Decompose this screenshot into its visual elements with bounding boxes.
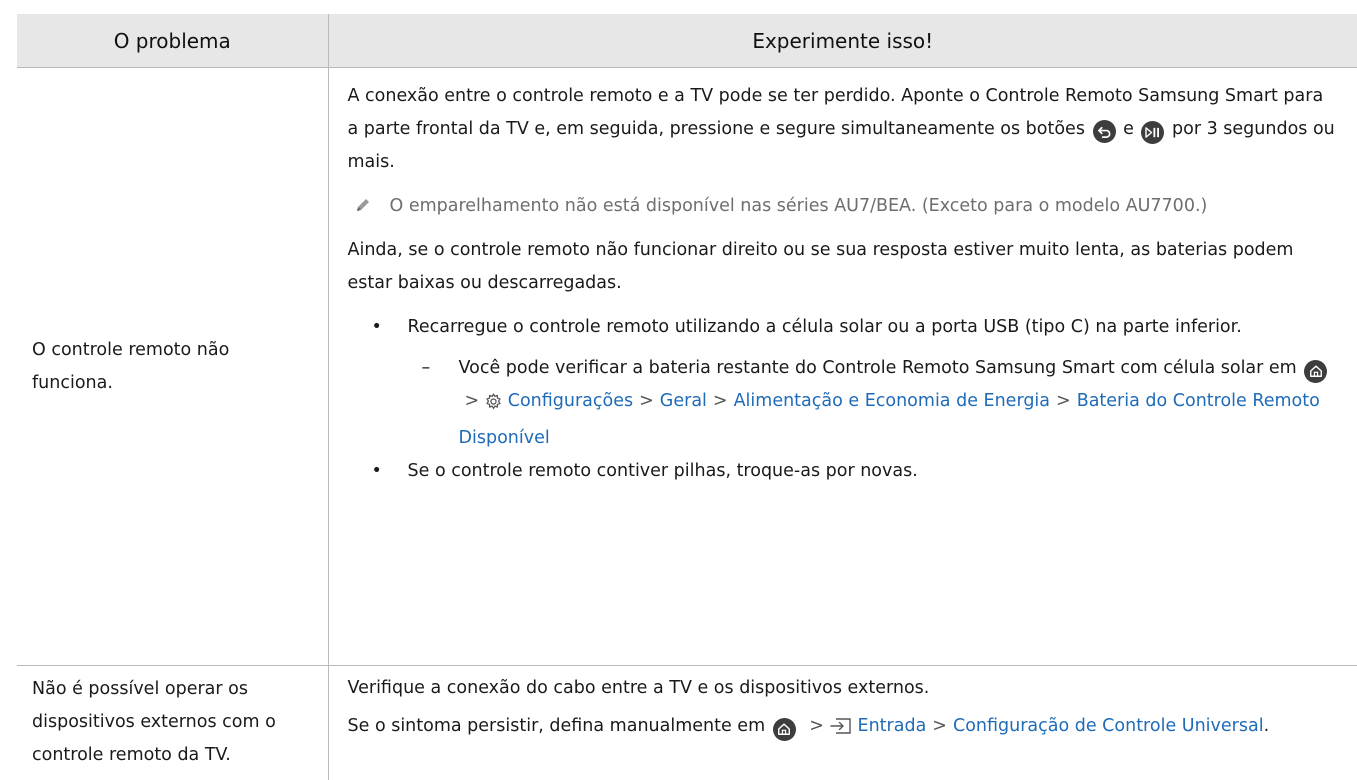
input-menu-path[interactable]: Entrada [858,716,927,736]
troubleshooting-table: O problema Experimente isso! O controle … [17,14,1357,780]
path-separator: > [464,391,480,411]
table-row: O controle remoto não funciona. A conexã… [17,67,1357,666]
gear-icon [485,389,502,422]
bullet-marker: • [371,317,382,337]
solution-paragraph: Ainda, se o controle remoto não funciona… [347,240,1294,293]
sub-list-item-text: Você pode verificar a bateria restante d… [459,352,1338,455]
list-item-text: Recarregue o controle remoto utilizando … [407,317,1242,337]
column-header-solution: Experimente isso! [327,14,1357,68]
back-button-icon [1092,120,1116,143]
path-separator: > [639,391,654,411]
general-menu-path[interactable]: Geral [660,391,707,411]
table-row: Não é possível operar os dispositivos ex… [17,665,1357,780]
table-header-row: O problema Experimente isso! [17,14,1357,68]
sentence-end: . [1263,716,1270,736]
solution-text: Se o sintoma persistir, defina manualmen… [347,716,766,736]
note: O emparelhamento não está disponível nas… [348,190,1338,223]
universal-remote-setup-path[interactable]: Configuração de Controle Universal [953,716,1264,736]
solution-paragraph: A conexão entre o controle remoto e a TV… [348,80,1338,179]
problem-text: O controle remoto não funciona. [32,339,230,393]
home-icon [772,717,796,741]
settings-menu-path[interactable]: Configurações [508,391,633,411]
solution-paragraph: Se o sintoma persistir, defina manualmen… [348,710,1338,747]
solution-cell: Verifique a conexão do cabo entre a TV e… [328,666,1357,780]
solution-text: e [1123,119,1134,139]
path-separator: > [1056,391,1071,411]
pencil-note-icon [348,190,390,223]
problem-text: Não é possível operar os dispositivos ex… [32,679,276,766]
list-item: • Se o controle remoto contiver pilhas, … [372,455,1338,488]
list-item: • Recarregue o controle remoto utilizand… [372,311,1338,344]
list-item-text: Se o controle remoto contiver pilhas, tr… [407,461,918,481]
play-pause-button-icon [1141,121,1165,144]
power-saving-menu-path[interactable]: Alimentação e Economia de Energia [734,391,1050,411]
source-input-icon [830,714,852,747]
dash-marker: – [421,358,431,378]
problem-cell: Não é possível operar os dispositivos ex… [17,665,329,780]
path-separator: > [809,716,824,736]
problem-cell: O controle remoto não funciona. [17,67,329,666]
solution-cell: A conexão entre o controle remoto e a TV… [328,67,1357,666]
sub-list-item: – Você pode verificar a bateria restante… [422,352,1338,455]
solution-paragraph: Verifique a conexão do cabo entre a TV e… [347,678,930,698]
home-icon [1304,359,1328,383]
column-header-problem: O problema [17,14,329,68]
bullet-marker: • [371,461,382,481]
path-separator: > [932,716,947,736]
path-separator: > [712,391,728,411]
note-text: O emparelhamento não está disponível nas… [389,196,1208,216]
